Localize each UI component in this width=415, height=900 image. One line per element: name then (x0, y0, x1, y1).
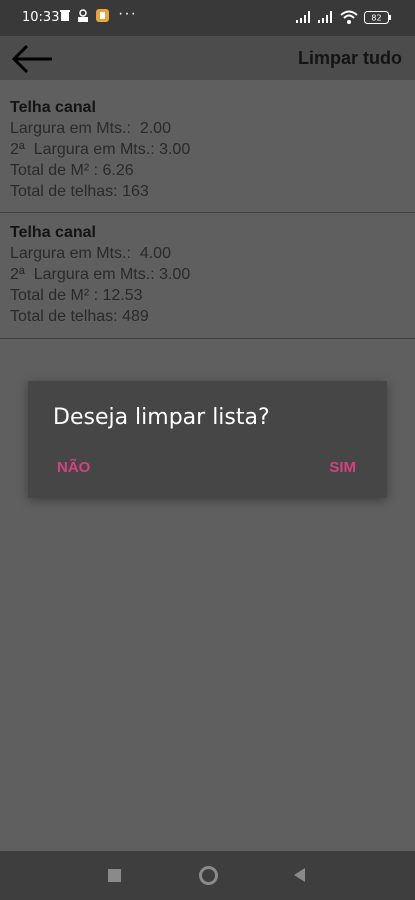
item-second-width: 2ª Largura em Mts.: 3.00 (10, 266, 191, 283)
item-total-tiles: Total de telhas: 489 (10, 308, 149, 325)
trash-notification-icon (60, 10, 70, 21)
list-item[interactable]: Telha canal Largura em Mts.: 4.00 2ª Lar… (0, 213, 415, 339)
item-title: Telha canal (10, 99, 96, 116)
shop-notification-icon (96, 9, 109, 22)
item-total-area: Total de M² : 6.26 (10, 162, 134, 179)
item-total-tiles: Total de telhas: 163 (10, 183, 149, 200)
status-time: 10:33 (22, 10, 60, 25)
list-item[interactable]: Telha canal Largura em Mts.: 2.00 2ª Lar… (0, 88, 415, 213)
status-bar: 10:33 ··· 82 (0, 0, 415, 36)
more-notifications-icon: ··· (118, 5, 137, 22)
item-title: Telha canal (10, 224, 96, 241)
wifi-icon (340, 10, 358, 24)
divider (0, 338, 415, 339)
item-total-area: Total de M² : 12.53 (10, 287, 143, 304)
system-nav-bar (0, 851, 415, 900)
app-bar: Limpar tudo (0, 36, 415, 80)
app-notification-icon (78, 9, 88, 22)
item-width: Largura em Mts.: 4.00 (10, 245, 171, 262)
signal-2-icon (318, 11, 332, 23)
item-second-width: 2ª Largura em Mts.: 3.00 (10, 141, 191, 158)
recents-icon[interactable] (108, 869, 121, 882)
back-icon[interactable] (294, 868, 305, 882)
battery-level: 82 (371, 14, 381, 23)
signal-icon (296, 11, 310, 23)
no-button[interactable]: NÃO (57, 459, 90, 476)
battery-icon: 82 (364, 11, 391, 24)
back-arrow-icon[interactable] (10, 42, 54, 76)
dialog-title: Deseja limpar lista? (53, 405, 270, 430)
calculation-list: Telha canal Largura em Mts.: 2.00 2ª Lar… (0, 88, 415, 339)
item-width: Largura em Mts.: 2.00 (10, 120, 171, 137)
confirm-clear-dialog: Deseja limpar lista? NÃO SIM (28, 381, 387, 498)
clear-all-button[interactable]: Limpar tudo (298, 48, 402, 69)
yes-button[interactable]: SIM (329, 459, 356, 476)
home-icon[interactable] (199, 866, 218, 885)
